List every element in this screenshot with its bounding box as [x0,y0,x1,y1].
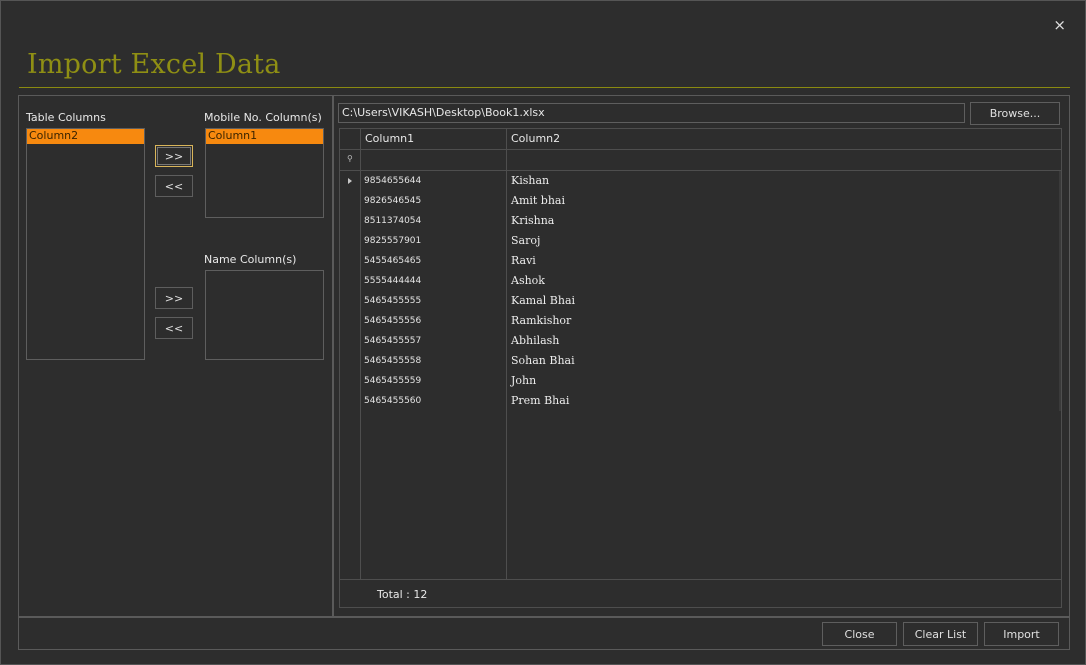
name-columns-label: Name Column(s) [204,253,297,266]
table-row[interactable]: 5455465465 Ravi [340,251,1061,271]
name-cell[interactable]: Kishan [511,171,549,191]
table-row[interactable]: 5465455559 John [340,371,1061,391]
mobile-cell[interactable]: 5555444444 [364,271,421,291]
add-name-column-button[interactable]: >> [155,287,193,309]
table-row[interactable]: 8511374054 Krishna [340,211,1061,231]
table-row[interactable]: 9825557901 Saroj [340,231,1061,251]
name-cell[interactable]: Ramkishor [511,311,571,331]
name-cell[interactable]: Amit bhai [511,191,565,211]
title-divider [19,87,1070,88]
add-mobile-column-button[interactable]: >> [155,145,193,167]
mobile-cell[interactable]: 5465455559 [364,371,421,391]
grid-header: Column1 Column2 [340,129,1061,150]
mobile-cell[interactable]: 5465455557 [364,331,421,351]
name-columns-list[interactable] [205,270,324,360]
close-button[interactable]: Close [822,622,897,646]
name-cell[interactable]: Sohan Bhai [511,351,575,371]
mobile-cell[interactable]: 9825557901 [364,231,421,251]
list-item[interactable]: Column1 [206,129,323,144]
table-row[interactable]: 5465455555 Kamal Bhai [340,291,1061,311]
mobile-cell[interactable]: 5465455556 [364,311,421,331]
table-row[interactable]: 9854655644 Kishan [340,171,1061,191]
table-row[interactable]: 5465455557 Abhilash [340,331,1061,351]
mobile-cell[interactable]: 5465455560 [364,391,421,411]
table-row[interactable]: 5465455558 Sohan Bhai [340,351,1061,371]
column-header-2[interactable]: Column2 [507,129,560,149]
name-cell[interactable]: Abhilash [511,331,559,351]
mobile-cell[interactable]: 9826546545 [364,191,421,211]
table-columns-list[interactable]: Column2 [26,128,145,360]
list-item[interactable]: Column2 [27,129,144,144]
name-cell[interactable]: Ashok [511,271,545,291]
filter-icon[interactable]: ⚲ [347,154,353,163]
browse-label: Browse... [989,107,1041,120]
total-count: Total : 12 [377,588,428,601]
grid-scrollbar[interactable] [1059,171,1061,411]
data-grid[interactable]: Column1 Column2 ⚲ 9854655644 Kishan 982654… [339,128,1062,608]
mobile-cell[interactable]: 5465455555 [364,291,421,311]
browse-button[interactable]: Browse... [970,102,1060,125]
import-button[interactable]: Import [984,622,1059,646]
table-row[interactable]: 5465455560 Prem Bhai [340,391,1061,411]
filter-row[interactable]: ⚲ [340,150,1061,171]
name-cell[interactable]: Ravi [511,251,536,271]
grid-footer-divider [340,579,1061,580]
mobile-columns-label: Mobile No. Column(s) [204,111,322,124]
column-header-1[interactable]: Column1 [361,129,414,149]
table-row[interactable]: 5465455556 Ramkishor [340,311,1061,331]
remove-name-column-button[interactable]: << [155,317,193,339]
mobile-cell[interactable]: 9854655644 [364,171,421,191]
mobile-columns-list[interactable]: Column1 [205,128,324,218]
dialog-title: Import Excel Data [27,49,281,80]
mobile-cell[interactable]: 8511374054 [364,211,421,231]
current-row-indicator-icon [348,178,352,184]
table-row[interactable]: 9826546545 Amit bhai [340,191,1061,211]
mobile-cell[interactable]: 5455465465 [364,251,421,271]
clear-list-button[interactable]: Clear List [903,622,978,646]
table-columns-label: Table Columns [26,111,106,124]
remove-mobile-column-button[interactable]: << [155,175,193,197]
name-cell[interactable]: Krishna [511,211,554,231]
name-cell[interactable]: John [511,371,536,391]
name-cell[interactable]: Saroj [511,231,540,251]
close-icon[interactable]: × [1053,18,1066,33]
name-cell[interactable]: Kamal Bhai [511,291,575,311]
import-excel-dialog: × Import Excel Data Table Columns Column… [0,0,1086,665]
file-path-field[interactable]: C:\Users\VIKASH\Desktop\Book1.xlsx [338,103,965,123]
mobile-cell[interactable]: 5465455558 [364,351,421,371]
close-label: Close [844,627,875,641]
clear-list-label: Clear List [914,627,967,641]
import-label: Import [1003,627,1040,641]
table-row[interactable]: 5555444444 Ashok [340,271,1061,291]
name-cell[interactable]: Prem Bhai [511,391,569,411]
